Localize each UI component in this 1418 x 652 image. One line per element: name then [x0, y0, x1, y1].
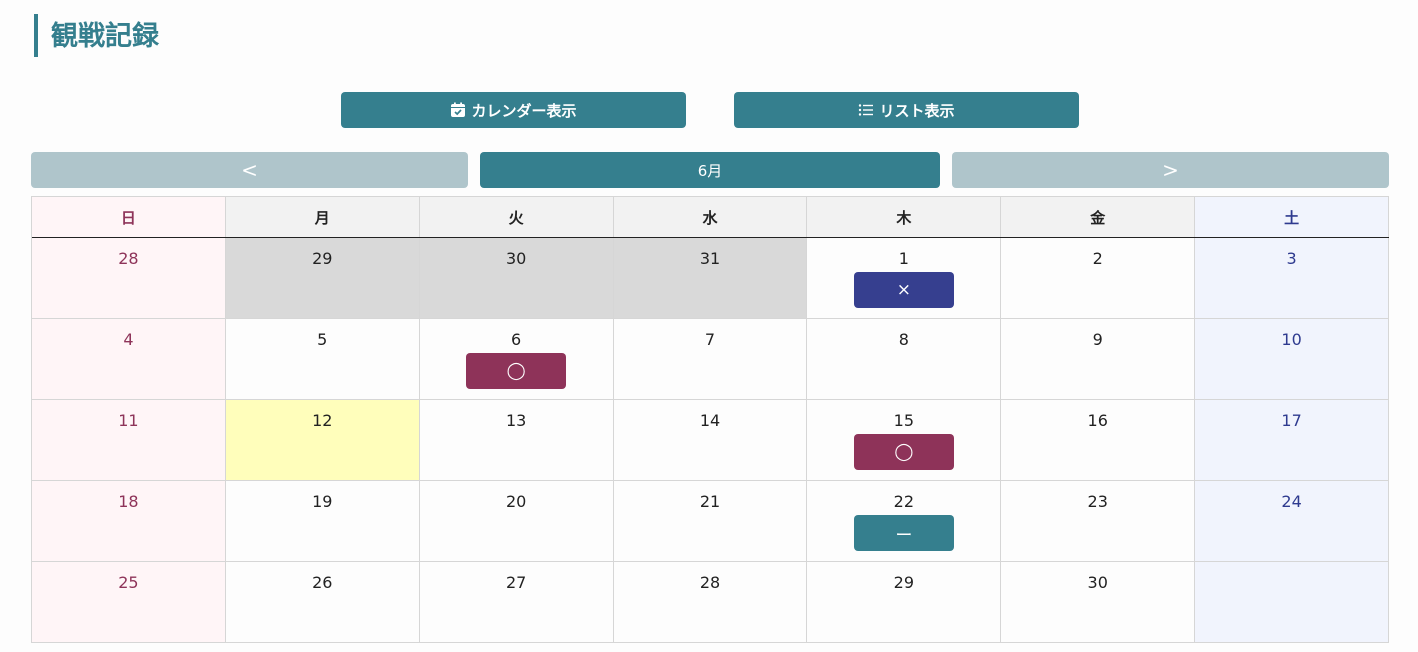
- calendar-day-cell[interactable]: 8: [807, 319, 1002, 400]
- calendar-day-cell[interactable]: 13: [419, 400, 614, 481]
- calendar-check-icon: [450, 102, 466, 118]
- calendar-day-cell[interactable]: 14: [613, 400, 808, 481]
- day-number: 27: [505, 573, 527, 592]
- day-number: 12: [312, 411, 333, 430]
- day-number: 19: [312, 492, 333, 511]
- calendar-grid: 日 月 火 水 木 金 土 28 29 30 31 1 × 2 3 4 5 6 ◯ 7 8 9 10 11 12 1…: [31, 196, 1389, 643]
- calendar-week-row: 18 19 20 21 22 ー 23 24: [32, 481, 1389, 562]
- calendar-day-cell[interactable]: 9: [1001, 319, 1196, 400]
- calendar-day-cell[interactable]: 21: [613, 481, 808, 562]
- calendar-day-cell[interactable]: 11: [32, 400, 226, 481]
- calendar-day-cell[interactable]: 7: [613, 319, 808, 400]
- calendar-day-cell[interactable]: 29: [807, 562, 1002, 643]
- day-number: 1: [898, 249, 909, 268]
- calendar-day-cell[interactable]: 22 ー: [807, 481, 1002, 562]
- calendar-day-cell[interactable]: 29: [225, 238, 420, 319]
- calendar-week-row: 4 5 6 ◯ 7 8 9 10: [32, 319, 1389, 400]
- calendar-day-cell[interactable]: [1195, 562, 1389, 643]
- day-number: 9: [1092, 330, 1103, 349]
- calendar-day-cell[interactable]: 5: [225, 319, 420, 400]
- day-number: 25: [118, 573, 139, 592]
- game-result-badge[interactable]: ー: [853, 515, 954, 551]
- current-month-button[interactable]: 6月: [480, 152, 940, 188]
- calendar-day-cell[interactable]: 23: [1001, 481, 1196, 562]
- day-number: 30: [1087, 573, 1108, 592]
- prev-month-button[interactable]: <: [31, 152, 468, 188]
- day-number: 28: [699, 573, 721, 592]
- day-number: 29: [893, 573, 915, 592]
- calendar-view-label: カレンダー表示: [471, 101, 577, 120]
- day-number: 15: [893, 411, 915, 430]
- weekday-monday: 月: [225, 197, 420, 237]
- list-view-button[interactable]: リスト表示: [734, 92, 1079, 128]
- day-number: 21: [699, 492, 721, 511]
- calendar-day-cell[interactable]: 18: [32, 481, 226, 562]
- calendar-day-cell[interactable]: 6 ◯: [419, 319, 614, 400]
- calendar-day-cell[interactable]: 2: [1001, 238, 1196, 319]
- calendar-day-cell[interactable]: 12: [225, 400, 420, 481]
- calendar-day-cell[interactable]: 31: [613, 238, 808, 319]
- calendar-day-cell[interactable]: 28: [32, 238, 226, 319]
- calendar-week-row: 25 26 27 28 29 30: [32, 562, 1389, 643]
- game-result-badge[interactable]: ◯: [466, 353, 567, 389]
- calendar-day-cell[interactable]: 24: [1195, 481, 1389, 562]
- calendar-day-cell[interactable]: 30: [419, 238, 614, 319]
- calendar-day-cell[interactable]: 10: [1195, 319, 1389, 400]
- weekday-thursday: 木: [807, 197, 1002, 237]
- page-title: 観戦記録: [34, 14, 159, 57]
- calendar-day-cell[interactable]: 28: [613, 562, 808, 643]
- day-number: 3: [1286, 249, 1297, 268]
- day-number: 26: [312, 573, 333, 592]
- calendar-day-cell[interactable]: 27: [419, 562, 614, 643]
- day-number: 13: [505, 411, 527, 430]
- calendar-day-cell[interactable]: 19: [225, 481, 420, 562]
- day-number: 18: [118, 492, 139, 511]
- weekday-header-row: 日 月 火 水 木 金 土: [32, 197, 1389, 238]
- calendar-day-cell[interactable]: 25: [32, 562, 226, 643]
- weekday-tuesday: 火: [419, 197, 614, 237]
- weekday-wednesday: 水: [613, 197, 808, 237]
- day-number: 31: [699, 249, 721, 268]
- day-number: 30: [505, 249, 527, 268]
- game-result-badge[interactable]: ×: [853, 272, 954, 308]
- calendar-day-cell[interactable]: 4: [32, 319, 226, 400]
- weekday-friday: 金: [1001, 197, 1196, 237]
- day-number: 6: [511, 330, 522, 349]
- day-number: 20: [505, 492, 527, 511]
- day-number: 16: [1087, 411, 1108, 430]
- calendar-day-cell[interactable]: 26: [225, 562, 420, 643]
- day-number: 24: [1281, 492, 1302, 511]
- day-number: 7: [704, 330, 716, 349]
- day-number: 8: [898, 330, 909, 349]
- calendar-day-cell[interactable]: 3: [1195, 238, 1389, 319]
- next-month-button[interactable]: >: [952, 152, 1389, 188]
- list-view-label: リスト表示: [879, 101, 955, 120]
- day-number: 4: [123, 330, 134, 349]
- weekday-saturday: 土: [1195, 197, 1389, 237]
- calendar-day-cell[interactable]: 30: [1001, 562, 1196, 643]
- day-number: 2: [1092, 249, 1103, 268]
- calendar-day-cell[interactable]: 16: [1001, 400, 1196, 481]
- day-number: 23: [1087, 492, 1108, 511]
- calendar-weeks: 28 29 30 31 1 × 2 3 4 5 6 ◯ 7 8 9 10 11 12 13 14 15 ◯ 16 17 18 19…: [32, 238, 1389, 643]
- calendar-week-row: 28 29 30 31 1 × 2 3: [32, 238, 1389, 319]
- list-icon: [858, 103, 874, 117]
- day-number: 5: [317, 330, 328, 349]
- calendar-week-row: 11 12 13 14 15 ◯ 16 17: [32, 400, 1389, 481]
- day-number: 28: [118, 249, 139, 268]
- day-number: 22: [893, 492, 915, 511]
- day-number: 17: [1281, 411, 1302, 430]
- calendar-day-cell[interactable]: 17: [1195, 400, 1389, 481]
- calendar-view-button[interactable]: カレンダー表示: [341, 92, 686, 128]
- game-result-badge[interactable]: ◯: [853, 434, 954, 470]
- day-number: 14: [699, 411, 721, 430]
- calendar-day-cell[interactable]: 20: [419, 481, 614, 562]
- weekday-sunday: 日: [32, 197, 226, 237]
- day-number: 10: [1281, 330, 1302, 349]
- day-number: 29: [312, 249, 333, 268]
- day-number: 11: [118, 411, 139, 430]
- calendar-day-cell[interactable]: 15 ◯: [807, 400, 1002, 481]
- calendar-day-cell[interactable]: 1 ×: [807, 238, 1002, 319]
